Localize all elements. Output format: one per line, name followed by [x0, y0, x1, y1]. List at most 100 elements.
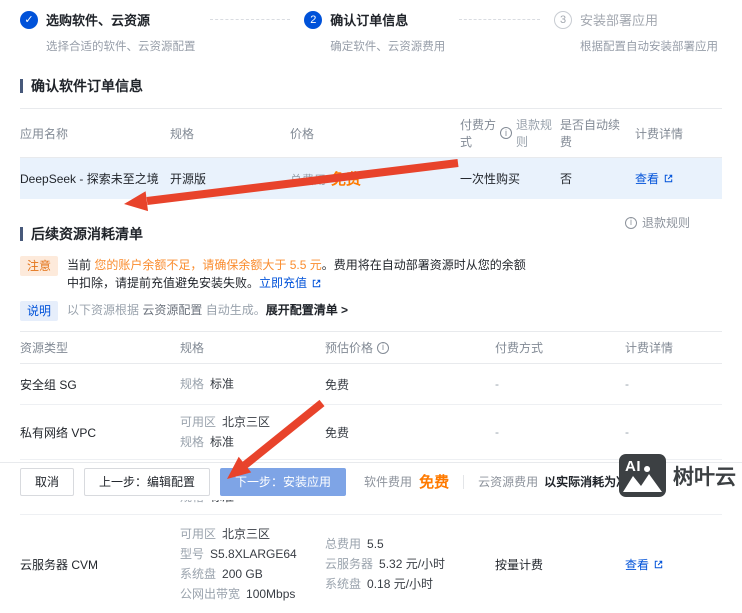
note-cloud-config: 云资源配置 — [142, 303, 203, 317]
refund-rule-text: 退款规则 — [641, 216, 690, 230]
refund-rule-link[interactable]: 退款规则 — [516, 116, 552, 150]
resource-pay-cell: 按量计费 — [495, 557, 544, 572]
info-icon[interactable]: i — [377, 341, 390, 354]
note-text-2: 自动生成。 — [202, 303, 266, 317]
resource-detail-cell: - — [625, 425, 629, 439]
spec-value: 200 GB — [222, 567, 263, 581]
price-cell: 总费用 免费 — [290, 158, 460, 199]
spec-value: 标准 — [210, 377, 235, 391]
resource-price-cell: 免费 — [325, 425, 350, 440]
billing-detail-cell: 查看 — [635, 160, 722, 197]
footer-divider — [463, 474, 465, 489]
estimated-price-label: 预估价格 — [325, 341, 374, 355]
notice-balance-warning: 您的账户余额不足，请确保余额大于 5.5 元 — [94, 258, 322, 272]
view-billing-link[interactable]: 查看 — [635, 170, 674, 187]
software-order-table: 应用名称 规格 价格 付费方式 i 退款规则 是否自动续费 计费详情 DeepS… — [20, 108, 722, 199]
balance-notice: 注意 当前 您的账户余额不足，请确保余额大于 5.5 元。费用将在自动部署资源时… — [20, 256, 722, 292]
external-link-icon — [312, 279, 321, 287]
spec-key: 可用区 — [180, 527, 217, 541]
resource-pay-cell: - — [495, 377, 499, 391]
next-step-install-button[interactable]: 下一步：安装应用 — [220, 467, 347, 496]
section-title-bar — [20, 79, 23, 93]
spec-key: 型号 — [180, 547, 205, 561]
cancel-button[interactable]: 取消 — [20, 467, 75, 496]
note-text-1: 以下资源根据 — [67, 303, 143, 317]
step3-number: 3 — [554, 10, 572, 29]
view-cvm-billing-link[interactable]: 查看 — [625, 556, 664, 573]
spec-key: 系统盘 — [180, 567, 217, 581]
brand-logo-icon: AI — [619, 454, 666, 497]
price-key: 云服务器 — [325, 557, 374, 571]
step2-desc: 确定软件、云资源费用 — [330, 41, 446, 53]
step1-desc: 选择合适的软件、云资源配置 — [46, 41, 196, 53]
view-link-text: 查看 — [625, 557, 650, 572]
brand-name-text: 树叶云 — [673, 465, 736, 489]
note-text: 以下资源根据 云资源配置 自动生成。展开配置清单 > — [67, 301, 348, 319]
step-confirm-order: 2 确认订单信息 确定软件、云资源费用 — [304, 10, 445, 54]
notice-text: 当前 您的账户余额不足，请确保余额大于 5.5 元。费用将在自动部署资源时从您的… — [67, 256, 537, 292]
recharge-link-text: 立即充值 — [259, 276, 308, 290]
step1-check-icon: ✓ — [20, 10, 38, 29]
auto-renew-cell: 否 — [560, 172, 573, 186]
col-resource-spec: 规格 — [180, 341, 205, 355]
col-auto-renew: 是否自动续费 — [560, 118, 621, 149]
refund-rule-link-right[interactable]: i 退款规则 — [624, 214, 690, 231]
resource-row-security-group: 安全组 SG 规格 标准 免费 - - — [20, 364, 722, 405]
pay-method-cell: 一次性购买 — [460, 172, 521, 186]
col-price: 价格 — [290, 126, 315, 141]
resource-spec-cell: 可用区 北京三区 型号 S5.8XLARGE64 系统盘 200 GB 公网出带宽 10… — [180, 515, 325, 613]
resource-type-cell: 私有网络 VPC — [20, 425, 97, 440]
spec-value: S5.8XLARGE64 — [210, 547, 297, 561]
external-link-icon — [654, 560, 663, 568]
spec-value: 100Mbps — [246, 587, 296, 601]
total-price-value: 5.5 — [367, 537, 384, 551]
step1-label: 选购软件、云资源 — [46, 13, 151, 28]
spec-key: 可用区 — [180, 415, 217, 429]
col-app-name: 应用名称 — [20, 126, 69, 141]
watermark-brand: AI 树叶云 — [619, 454, 736, 497]
cloud-fee-value: 以实际消耗为准 — [544, 475, 629, 489]
order-stepper: ✓ 选购软件、云资源 选择合适的软件、云资源配置 2 确认订单信息 确定软件、云… — [0, 0, 742, 54]
price-value: 5.32 元/小时 — [379, 557, 446, 571]
software-order-title-text: 确认软件订单信息 — [31, 78, 143, 94]
info-icon[interactable]: i — [500, 127, 512, 139]
resource-price-cell: 免费 — [325, 377, 350, 392]
spec-value: 北京三区 — [222, 527, 271, 541]
resource-row-cvm: 云服务器 CVM 可用区 北京三区 型号 S5.8XLARGE64 系统盘 200 G… — [20, 515, 722, 613]
external-link-icon — [664, 174, 673, 183]
step-install-deploy: 3 安装部署应用 根据配置自动安装部署应用 — [554, 10, 718, 54]
resource-pay-cell: - — [495, 425, 499, 439]
software-fee-label: 软件费用 — [364, 475, 413, 489]
spec-key: 规格 — [180, 435, 205, 449]
resource-spec-cell: 规格 标准 — [180, 364, 325, 404]
step2-label: 确认订单信息 — [330, 13, 409, 28]
recharge-link[interactable]: 立即充值 — [259, 274, 322, 292]
expand-config-list-link[interactable]: 展开配置清单 > — [266, 303, 348, 317]
spec-cell: 开源版 — [170, 172, 207, 186]
col-spec: 规格 — [170, 126, 195, 141]
step3-label: 安装部署应用 — [580, 13, 659, 28]
col-resource-detail: 计费详情 — [625, 341, 674, 355]
col-resource-pay: 付费方式 — [495, 341, 544, 355]
prev-step-button[interactable]: 上一步：编辑配置 — [84, 467, 211, 496]
total-fee-label: 总费用 — [290, 173, 327, 187]
software-order-row: DeepSeek - 探索未至之境 开源版 总费用 免费 一次性购买 否 查看 — [20, 158, 722, 199]
notice-badge: 注意 — [20, 256, 59, 276]
col-pay-method: 付费方式 i 退款规则 — [460, 109, 560, 157]
resource-spec-cell: 可用区北京三区 规格标准 — [180, 405, 325, 459]
resource-detail-cell: 查看 — [625, 547, 722, 582]
software-table-header: 应用名称 规格 价格 付费方式 i 退款规则 是否自动续费 计费详情 — [20, 108, 722, 158]
step-select-software: ✓ 选购软件、云资源 选择合适的软件、云资源配置 — [20, 10, 196, 54]
resource-table-header: 资源类型 规格 预估价格 i 付费方式 计费详情 — [20, 331, 722, 364]
stepper-connector — [459, 19, 540, 20]
resource-price-cell: 总费用 5.5 云服务器 5.32 元/小时 系统盘 0.18 元/小时 — [325, 525, 495, 603]
section-title-bar — [20, 227, 23, 241]
spec-key: 规格 — [180, 377, 205, 391]
spec-value: 北京三区 — [222, 415, 271, 429]
view-link-text: 查看 — [635, 172, 660, 186]
step3-desc: 根据配置自动安装部署应用 — [580, 41, 718, 53]
pay-method-label: 付费方式 — [460, 118, 497, 149]
price-value: 0.18 元/小时 — [367, 577, 434, 591]
price-key: 总费用 — [325, 537, 362, 551]
free-price-value: 免费 — [331, 171, 362, 188]
